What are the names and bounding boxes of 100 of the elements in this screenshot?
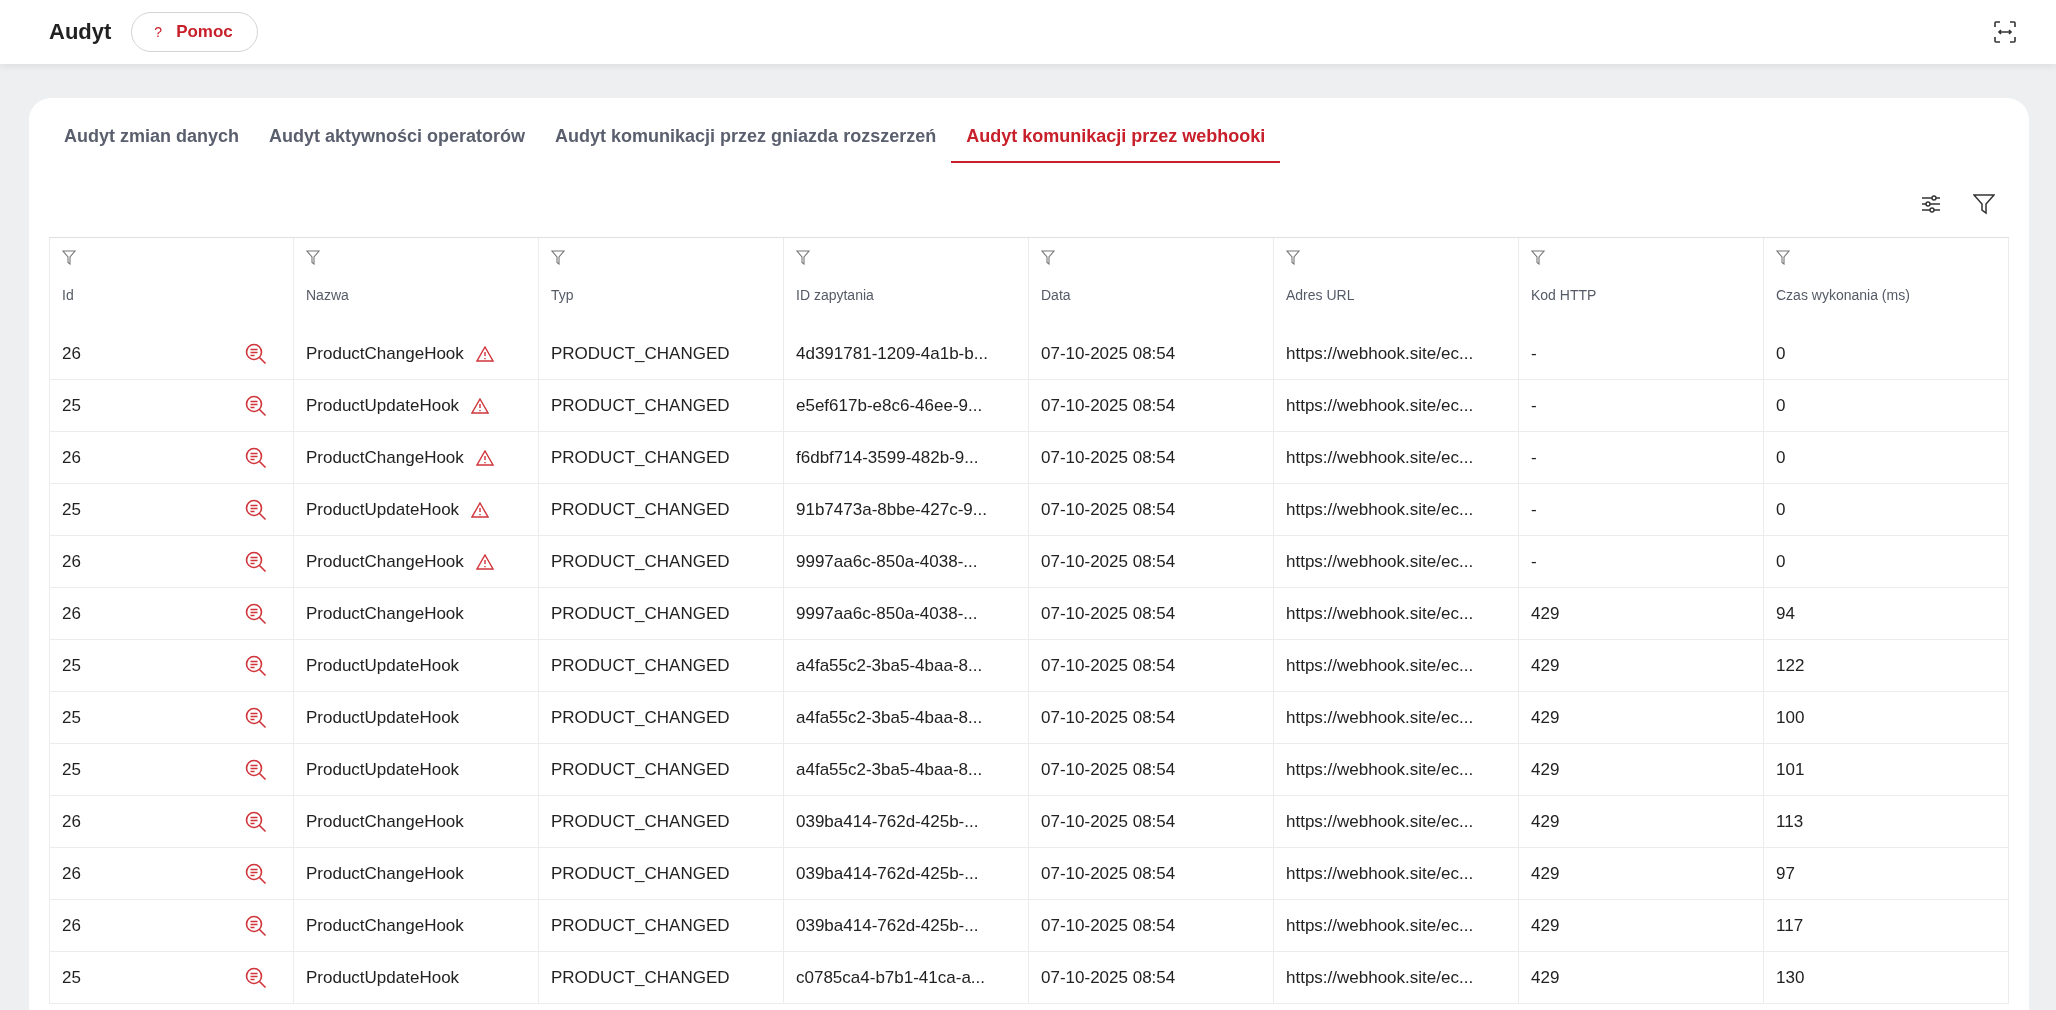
tab[interactable]: Audyt zmian danych — [49, 118, 255, 163]
table-cell: PRODUCT_CHANGED — [551, 551, 730, 572]
sliders-icon[interactable] — [1921, 194, 1941, 214]
search-icon[interactable] — [245, 810, 267, 833]
table-cell: 9997aa6c-850a-4038-... — [796, 551, 978, 572]
table-cell: https://webhook.site/ec... — [1286, 863, 1474, 884]
table-cell: 26 — [62, 551, 81, 572]
search-icon[interactable] — [245, 602, 267, 625]
search-icon[interactable] — [245, 966, 267, 989]
table-cell: 100 — [1776, 707, 1805, 728]
search-icon[interactable] — [245, 446, 267, 469]
column-header[interactable]: Typ — [551, 287, 771, 303]
table-cell: https://webhook.site/ec... — [1286, 447, 1474, 468]
search-icon[interactable] — [245, 758, 267, 781]
table-cell: https://webhook.site/ec... — [1286, 811, 1474, 832]
table-cell: 113 — [1776, 811, 1804, 832]
table-cell: 429 — [1531, 967, 1560, 988]
tab[interactable]: Audyt aktywności operatorów — [254, 118, 541, 163]
table-cell: 26 — [62, 811, 81, 832]
table-cell: 26 — [62, 603, 81, 624]
table-cell: 07-10-2025 08:54 — [1041, 499, 1176, 520]
table-cell: PRODUCT_CHANGED — [551, 343, 730, 364]
table-cell: https://webhook.site/ec... — [1286, 655, 1474, 676]
table-cell: PRODUCT_CHANGED — [551, 655, 730, 676]
search-icon[interactable] — [245, 394, 267, 417]
search-icon[interactable] — [245, 654, 267, 677]
table-cell: 429 — [1531, 863, 1560, 884]
table-cell: https://webhook.site/ec... — [1286, 603, 1474, 624]
table-cell: 0 — [1776, 499, 1786, 520]
table-cell: 429 — [1531, 707, 1560, 728]
table-cell: 07-10-2025 08:54 — [1041, 707, 1176, 728]
table-cell: 07-10-2025 08:54 — [1041, 603, 1176, 624]
table-cell: https://webhook.site/ec... — [1286, 707, 1474, 728]
table-cell: PRODUCT_CHANGED — [551, 447, 730, 468]
table-cell: - — [1531, 395, 1537, 416]
table-cell: https://webhook.site/ec... — [1286, 343, 1474, 364]
table-cell: https://webhook.site/ec... — [1286, 759, 1474, 780]
table-cell: ProductUpdateHook — [306, 395, 460, 416]
table-cell: https://webhook.site/ec... — [1286, 499, 1474, 520]
table-cell: 039ba414-762d-425b-... — [796, 863, 979, 884]
table-cell: a4fa55c2-3ba5-4baa-8... — [796, 759, 983, 780]
table-cell: 07-10-2025 08:54 — [1041, 811, 1176, 832]
table-cell: 07-10-2025 08:54 — [1041, 915, 1176, 936]
table-cell: a4fa55c2-3ba5-4baa-8... — [796, 655, 983, 676]
table-cell: 07-10-2025 08:54 — [1041, 863, 1176, 884]
table-cell: 429 — [1531, 759, 1560, 780]
table-cell: 0 — [1776, 395, 1786, 416]
column-header[interactable]: Czas wykonania (ms) — [1776, 287, 1996, 303]
table-cell: 07-10-2025 08:54 — [1041, 655, 1176, 676]
search-icon[interactable] — [245, 550, 267, 573]
table-cell: 26 — [62, 447, 81, 468]
table-cell: 25 — [62, 655, 81, 676]
table-cell: 94 — [1776, 603, 1795, 624]
column-header[interactable]: Adres URL — [1286, 287, 1506, 303]
table-cell: ProductChangeHook — [306, 603, 464, 624]
table-cell: 0 — [1776, 343, 1786, 364]
table-cell: ProductChangeHook — [306, 811, 464, 832]
table-cell: PRODUCT_CHANGED — [551, 499, 730, 520]
column-header[interactable]: Data — [1041, 287, 1261, 303]
column-header[interactable]: ID zapytania — [796, 287, 1016, 303]
table-cell: e5ef617b-e8c6-46ee-9... — [796, 395, 983, 416]
tab[interactable]: Audyt komunikacji przez webhooki — [951, 118, 1281, 163]
table-cell: ProductUpdateHook — [306, 967, 460, 988]
table-cell: ProductChangeHook — [306, 915, 464, 936]
search-icon[interactable] — [245, 498, 267, 521]
search-icon[interactable] — [245, 914, 267, 937]
table-cell: PRODUCT_CHANGED — [551, 915, 730, 936]
table-cell: 07-10-2025 08:54 — [1041, 343, 1176, 364]
table-cell: PRODUCT_CHANGED — [551, 759, 730, 780]
table-cell: 429 — [1531, 811, 1560, 832]
search-icon[interactable] — [245, 706, 267, 729]
table-cell: 25 — [62, 707, 81, 728]
table-cell: https://webhook.site/ec... — [1286, 915, 1474, 936]
table-cell: ProductChangeHook — [306, 447, 464, 468]
filter-icon[interactable] — [1973, 193, 1995, 215]
column-header[interactable]: Kod HTTP — [1531, 287, 1751, 303]
table-cell: 429 — [1531, 915, 1560, 936]
column-header[interactable]: Nazwa — [306, 287, 526, 303]
expand-icon[interactable] — [1994, 21, 2016, 43]
search-icon[interactable] — [245, 862, 267, 885]
table-cell: 26 — [62, 343, 81, 364]
table-cell: PRODUCT_CHANGED — [551, 395, 730, 416]
table-cell: 429 — [1531, 603, 1560, 624]
table-cell: - — [1531, 499, 1537, 520]
table-cell: 4d391781-1209-4a1b-b... — [796, 343, 988, 364]
table-cell: - — [1531, 447, 1537, 468]
help-button[interactable]: ? Pomoc — [131, 12, 258, 52]
table-cell: 97 — [1776, 863, 1795, 884]
table-cell: ProductChangeHook — [306, 343, 464, 364]
table-cell: https://webhook.site/ec... — [1286, 967, 1474, 988]
table-cell: 07-10-2025 08:54 — [1041, 447, 1176, 468]
table-cell: 130 — [1776, 967, 1805, 988]
table-cell: a4fa55c2-3ba5-4baa-8... — [796, 707, 983, 728]
table-cell: 25 — [62, 759, 81, 780]
table-cell: f6dbf714-3599-482b-9... — [796, 447, 979, 468]
table-cell: 039ba414-762d-425b-... — [796, 811, 979, 832]
search-icon[interactable] — [245, 342, 267, 365]
column-header[interactable]: Id — [62, 287, 281, 303]
tab[interactable]: Audyt komunikacji przez gniazda rozszerzeń — [540, 118, 952, 163]
table-cell: 26 — [62, 863, 81, 884]
